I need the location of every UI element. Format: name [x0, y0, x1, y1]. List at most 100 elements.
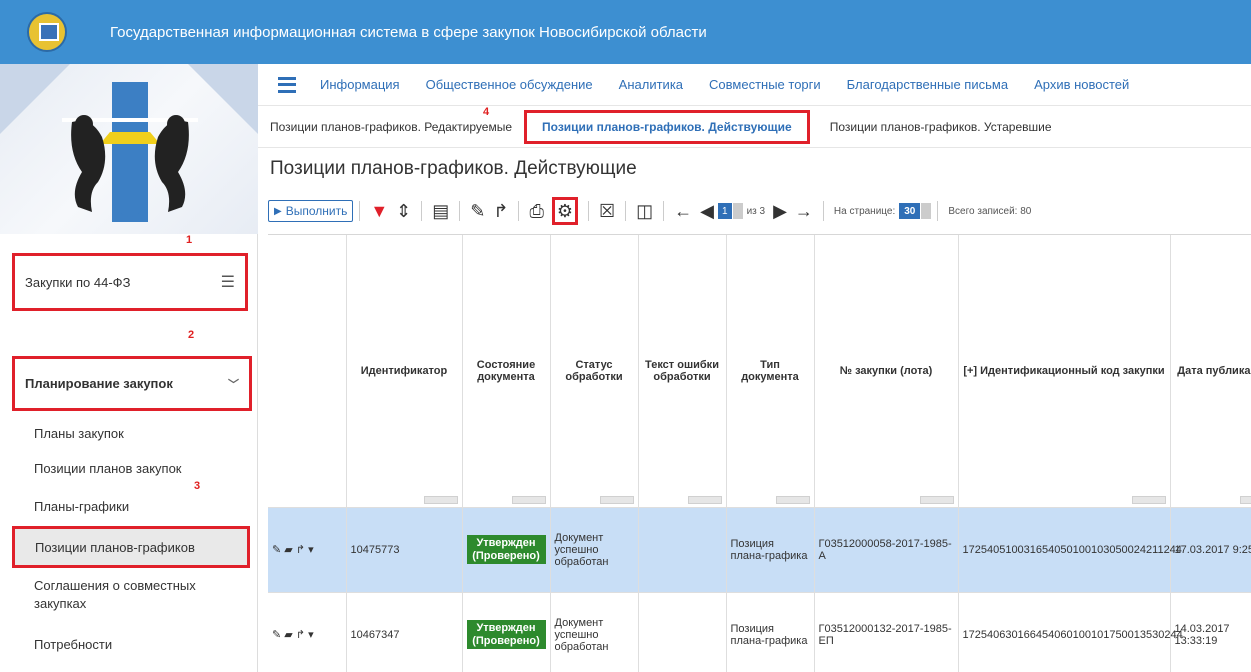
col-lot-number[interactable]: № закупки (лота) — [814, 235, 959, 508]
emblem-icon — [27, 12, 67, 52]
page-title: Позиции планов-графиков. Действующие — [270, 158, 637, 179]
per-page-label: На странице: — [833, 205, 896, 217]
sidebar-item-label: Планы-графики — [34, 498, 130, 514]
sidebar-item-label: Потребности — [34, 636, 113, 652]
col-publish-date[interactable]: Дата публикации — [1170, 235, 1251, 508]
cell-status: Документ успешно обработан — [550, 507, 639, 593]
nav-link-analytics[interactable]: Аналитика — [619, 77, 683, 92]
per-page-dropdown-icon[interactable] — [921, 203, 932, 219]
map-icon[interactable]: ◫ — [636, 202, 653, 220]
excel-export-icon[interactable]: ☒ — [599, 202, 615, 220]
tab-editable[interactable]: Позиции планов-графиков. Редактируемые — [270, 120, 512, 134]
last-page-icon[interactable]: → — [795, 202, 813, 220]
run-button-label: Выполнить — [285, 204, 348, 218]
play-icon: ▶ — [274, 205, 282, 217]
sidebar-item-schedule-positions[interactable]: Позиции планов-графиков — [12, 526, 250, 568]
cell-code: 172540510031654050100103050024211244 — [958, 507, 1182, 593]
nav-link-discussion[interactable]: Общественное обсуждение — [426, 77, 593, 92]
cell-code: 172540630166454060100101750013530244 — [958, 592, 1183, 672]
cell-type: Позиция плана-графика — [726, 592, 815, 672]
hamburger-icon[interactable]: ☰ — [221, 272, 235, 292]
share-icon[interactable]: ↱ — [296, 629, 305, 641]
total-records: Всего записей: 80 — [948, 205, 1032, 217]
cell-state: Утвержден (Проверено) — [462, 507, 551, 593]
share-icon[interactable]: ↱ — [296, 544, 305, 556]
table-header-row: Идентификатор Состояние документа Статус… — [268, 235, 1251, 508]
sidebar-item-needs[interactable]: Потребности — [0, 626, 258, 662]
sort-icon[interactable]: ⇕ — [396, 202, 411, 220]
toolbar: ▶ Выполнить ▼ ⇕ ▤ ✎ ↱ ⎙ ⚙ ☒ ◫ ← ◀ 1 из 3… — [268, 196, 1248, 226]
annotation-marker-1: 1 — [186, 234, 193, 246]
prev-page-icon[interactable]: ◀ — [700, 202, 714, 220]
status-badge: Утвержден (Проверено) — [466, 534, 546, 565]
edit-icon[interactable]: ✎ — [272, 629, 281, 641]
col-error-text[interactable]: Текст ошибки обработки — [638, 235, 727, 508]
col-document-state[interactable]: Состояние документа — [462, 235, 551, 508]
share-icon[interactable]: ↱ — [493, 202, 508, 220]
edit-icon[interactable]: ✎ — [272, 544, 281, 556]
cell-status: Документ успешно обработан — [550, 592, 639, 672]
sidebar-item-label: Позиции планов-графиков — [35, 539, 195, 555]
document-icon[interactable]: ▤ — [432, 202, 449, 220]
chevron-down-icon: ﹀ — [228, 378, 239, 391]
filter-icon[interactable]: ▼ — [370, 202, 388, 220]
law-selector[interactable]: Закупки по 44-ФЗ ☰ — [12, 253, 248, 311]
main-content: Информация Общественное обсуждение Анали… — [258, 64, 1251, 672]
col-purchase-code[interactable]: [+] Идентификационный код закупки — [958, 235, 1171, 508]
cell-date: 17.03.2017 9:25 — [1170, 507, 1251, 593]
table-row[interactable]: ✎ ▰ ↱ ▾ 10475773 Утвержден (Проверено) Д… — [268, 507, 1251, 593]
cell-type: Позиция плана-графика — [726, 507, 815, 593]
top-navigation: Информация Общественное обсуждение Анали… — [258, 64, 1251, 106]
cell-lot: Г03512000132-2017-1985-ЕП — [814, 592, 959, 672]
page-dropdown-icon[interactable] — [732, 203, 743, 219]
top-header: Государственная информационная система в… — [0, 0, 1251, 64]
data-grid: 5 Идентификатор Состояние документа Стат… — [268, 234, 1251, 672]
next-page-icon[interactable]: ▶ — [773, 202, 787, 220]
col-processing-status[interactable]: Статус обработки — [550, 235, 639, 508]
folder-open-icon[interactable]: ▰ — [284, 544, 292, 556]
table-row[interactable]: ✎ ▰ ↱ ▾ 10467347 Утвержден (Проверено) Д… — [268, 592, 1251, 672]
cell-lot: Г03512000058-2017-1985-А — [814, 507, 959, 593]
site-title: Государственная информационная система в… — [110, 23, 707, 41]
cell-date: 14.03.2017 13:33:19 — [1170, 592, 1251, 672]
nav-link-news-archive[interactable]: Архив новостей — [1034, 77, 1129, 92]
cell-identifier: 10467347 — [346, 592, 463, 672]
sidebar-item-label: Позиции планов закупок — [34, 460, 182, 476]
nav-link-info[interactable]: Информация — [320, 77, 400, 92]
per-page-select[interactable]: 30 — [899, 203, 921, 219]
col-document-type[interactable]: Тип документа — [726, 235, 815, 508]
edit-icon[interactable]: ✎ — [470, 202, 485, 220]
sidebar-item-label: Соглашения о совместных закупках — [34, 578, 196, 611]
cell-error — [638, 592, 727, 672]
current-page-input[interactable]: 1 — [718, 203, 732, 219]
col-identifier[interactable]: Идентификатор — [346, 235, 463, 508]
sidebar-item-plan-positions[interactable]: Позиции планов закупок — [0, 450, 258, 486]
run-button[interactable]: ▶ Выполнить — [268, 200, 354, 222]
nav-link-joint-trades[interactable]: Совместные торги — [709, 77, 821, 92]
coat-of-arms-icon — [62, 82, 198, 222]
row-actions: ✎ ▰ ↱ ▾ — [268, 507, 347, 593]
sidebar-item-schedules[interactable]: Планы-графики — [0, 488, 258, 524]
sub-tabs: Позиции планов-графиков. Редактируемые П… — [258, 106, 1251, 148]
section-planning[interactable]: Планирование закупок ﹀ — [12, 356, 252, 411]
section-planning-label: Планирование закупок — [25, 376, 173, 391]
annotation-marker-3: 3 — [194, 480, 201, 492]
crest-area — [0, 64, 258, 234]
tab-active[interactable]: Позиции планов-графиков. Действующие — [524, 109, 810, 144]
tab-obsolete[interactable]: Позиции планов-графиков. Устаревшие — [830, 120, 1052, 134]
first-page-icon[interactable]: ← — [674, 202, 692, 220]
folder-open-icon[interactable]: ▰ — [284, 629, 292, 641]
col-actions — [268, 235, 347, 508]
sidebar: 1 Закупки по 44-ФЗ ☰ 2 Планирование заку… — [0, 64, 258, 672]
site-logo[interactable] — [10, 4, 84, 60]
law-selector-label: Закупки по 44-ФЗ — [25, 274, 131, 290]
sidebar-item-plans[interactable]: Планы закупок — [0, 416, 258, 450]
collapse-menu-icon[interactable] — [278, 76, 296, 93]
caret-down-icon[interactable]: ▾ — [308, 544, 314, 556]
settings-gears-icon[interactable]: ⚙ — [551, 197, 578, 225]
caret-down-icon[interactable]: ▾ — [308, 629, 314, 641]
print-icon[interactable]: ⎙ — [529, 202, 543, 220]
sidebar-item-joint-agreements[interactable]: Соглашения о совместных закупках — [0, 572, 258, 618]
sidebar-item-label: Планы закупок — [34, 425, 124, 441]
nav-link-thank-letters[interactable]: Благодарственные письма — [847, 77, 1008, 92]
